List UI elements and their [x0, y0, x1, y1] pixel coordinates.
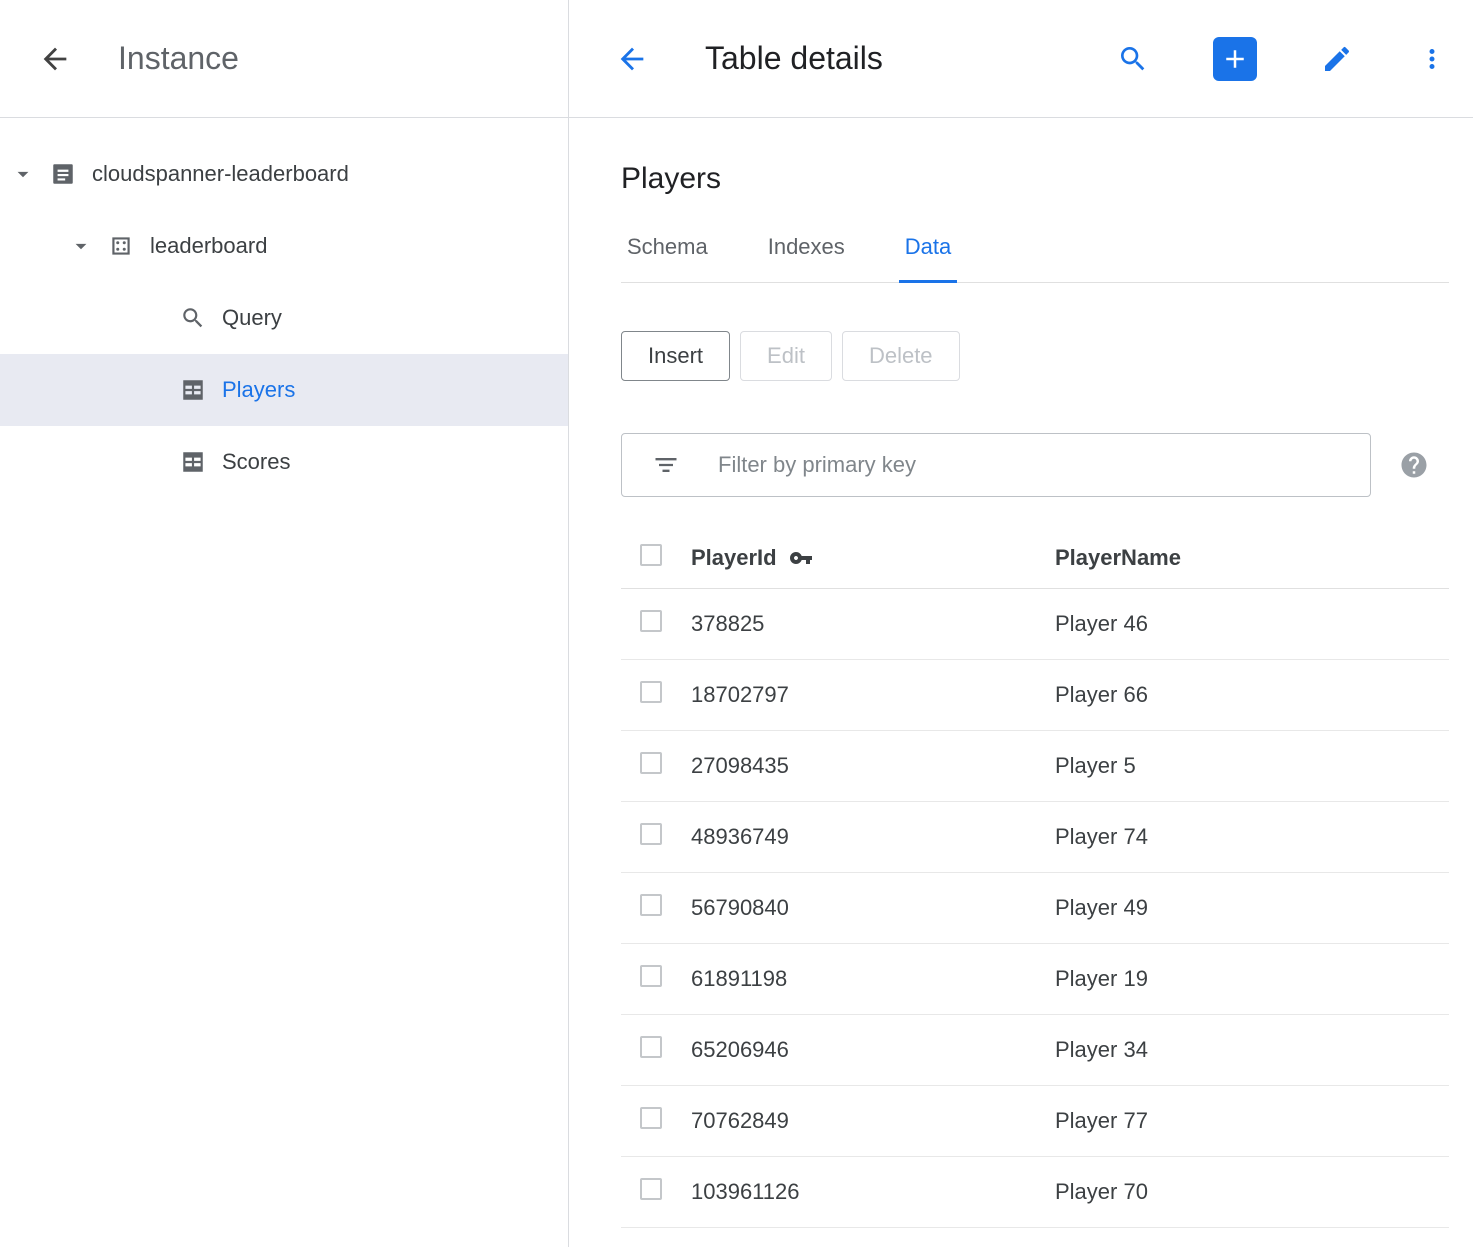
player-id-cell: 378825 — [691, 611, 1055, 637]
player-id-cell: 27098435 — [691, 753, 1055, 779]
filter-icon — [652, 451, 680, 479]
table-row[interactable]: 56790840 Player 49 — [621, 873, 1449, 944]
row-checkbox[interactable] — [640, 1178, 662, 1200]
search-icon[interactable] — [1117, 43, 1149, 75]
back-icon[interactable] — [615, 42, 649, 76]
edit-button[interactable]: Edit — [740, 331, 832, 381]
player-name-cell: Player 5 — [1055, 753, 1449, 779]
player-name-cell: Player 46 — [1055, 611, 1449, 637]
player-name-cell: Player 34 — [1055, 1037, 1449, 1063]
player-name-cell: Player 70 — [1055, 1179, 1449, 1205]
tree-item-label: cloudspanner-leaderboard — [92, 161, 349, 187]
back-icon[interactable] — [38, 42, 72, 76]
more-menu-icon[interactable] — [1417, 44, 1447, 74]
player-name-cell: Player 77 — [1055, 1108, 1449, 1134]
table-icon — [180, 377, 206, 403]
row-checkbox[interactable] — [640, 752, 662, 774]
tree-item-label: Players — [222, 377, 295, 403]
table-row[interactable]: 70762849 Player 77 — [621, 1086, 1449, 1157]
add-button[interactable] — [1213, 37, 1257, 81]
sidebar-title: Instance — [118, 40, 239, 77]
query-icon — [180, 305, 206, 331]
tab-schema[interactable]: Schema — [621, 234, 714, 283]
player-id-cell: 48936749 — [691, 824, 1055, 850]
insert-button[interactable]: Insert — [621, 331, 730, 381]
sidebar-header: Instance — [0, 0, 568, 118]
plus-icon — [1220, 44, 1250, 74]
topbar-actions — [1117, 37, 1459, 81]
table-header-row: PlayerId PlayerName — [621, 527, 1449, 589]
tree-item-instance[interactable]: cloudspanner-leaderboard — [0, 138, 568, 210]
row-checkbox[interactable] — [640, 1107, 662, 1129]
player-name-cell: Player 66 — [1055, 682, 1449, 708]
table-row[interactable]: 378825 Player 46 — [621, 589, 1449, 660]
table-row[interactable]: 61891198 Player 19 — [621, 944, 1449, 1015]
column-header-playername[interactable]: PlayerName — [1055, 545, 1449, 571]
tree-item-players[interactable]: Players — [0, 354, 568, 426]
row-checkbox[interactable] — [640, 681, 662, 703]
main-panel: Table details Players Schema Indexes Dat… — [569, 0, 1473, 1247]
data-table: PlayerId PlayerName 378825 Player 46 187… — [621, 527, 1449, 1228]
tab-bar: Schema Indexes Data — [621, 234, 1449, 283]
select-all-checkbox[interactable] — [640, 544, 662, 566]
row-checkbox[interactable] — [640, 610, 662, 632]
database-icon — [108, 233, 134, 259]
row-checkbox[interactable] — [640, 894, 662, 916]
player-id-cell: 65206946 — [691, 1037, 1055, 1063]
row-checkbox[interactable] — [640, 965, 662, 987]
table-row[interactable]: 27098435 Player 5 — [621, 731, 1449, 802]
tree-item-scores[interactable]: Scores — [0, 426, 568, 498]
player-id-cell: 61891198 — [691, 966, 1055, 992]
key-icon — [789, 546, 813, 570]
filter-row — [621, 433, 1449, 497]
delete-button[interactable]: Delete — [842, 331, 960, 381]
help-icon[interactable] — [1399, 450, 1429, 480]
page-title: Table details — [705, 40, 883, 77]
caret-down-icon[interactable] — [68, 233, 94, 259]
table-title: Players — [621, 162, 1449, 196]
player-name-cell: Player 19 — [1055, 966, 1449, 992]
table-row[interactable]: 18702797 Player 66 — [621, 660, 1449, 731]
table-details-content: Players Schema Indexes Data Insert Edit … — [569, 118, 1473, 1228]
player-id-cell: 103961126 — [691, 1179, 1055, 1205]
instance-icon — [50, 161, 76, 187]
player-id-cell: 56790840 — [691, 895, 1055, 921]
edit-pencil-icon[interactable] — [1321, 43, 1353, 75]
tab-indexes[interactable]: Indexes — [762, 234, 851, 283]
table-row[interactable]: 103961126 Player 70 — [621, 1157, 1449, 1228]
tree-item-label: Query — [222, 305, 282, 331]
player-name-cell: Player 74 — [1055, 824, 1449, 850]
tree-item-query[interactable]: Query — [0, 282, 568, 354]
column-header-playerid[interactable]: PlayerId — [691, 545, 777, 571]
tree-item-label: Scores — [222, 449, 290, 475]
tree-item-label: leaderboard — [150, 233, 267, 259]
table-row[interactable]: 65206946 Player 34 — [621, 1015, 1449, 1086]
tree-item-database[interactable]: leaderboard — [0, 210, 568, 282]
row-actions: Insert Edit Delete — [621, 331, 1449, 381]
player-id-cell: 70762849 — [691, 1108, 1055, 1134]
filter-input[interactable] — [716, 451, 1352, 479]
filter-box — [621, 433, 1371, 497]
player-id-cell: 18702797 — [691, 682, 1055, 708]
row-checkbox[interactable] — [640, 1036, 662, 1058]
tab-data[interactable]: Data — [899, 234, 957, 283]
table-row[interactable]: 48936749 Player 74 — [621, 802, 1449, 873]
player-name-cell: Player 49 — [1055, 895, 1449, 921]
caret-down-icon[interactable] — [10, 161, 36, 187]
sidebar: Instance cloudspanner-leaderboard leader… — [0, 0, 569, 1247]
resource-tree: cloudspanner-leaderboard leaderboard Que… — [0, 118, 568, 498]
table-icon — [180, 449, 206, 475]
topbar: Table details — [569, 0, 1473, 118]
row-checkbox[interactable] — [640, 823, 662, 845]
